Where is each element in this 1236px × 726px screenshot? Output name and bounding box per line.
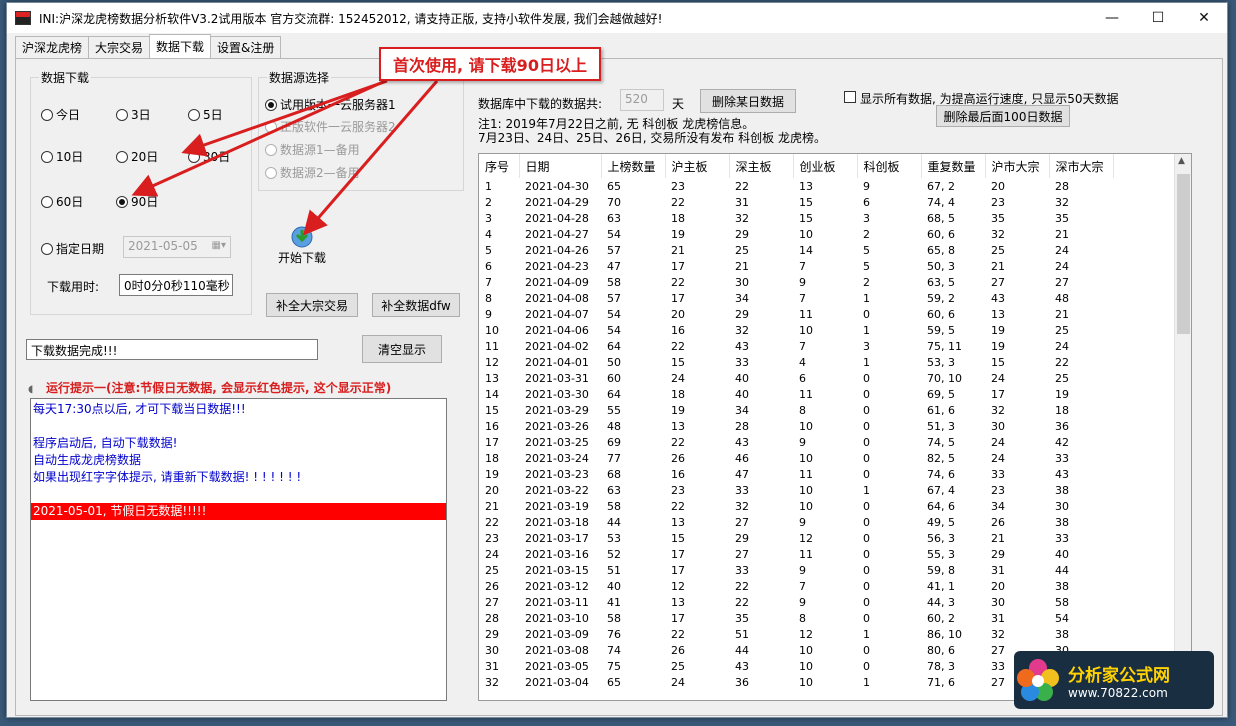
tab-data-download[interactable]: 数据下载	[149, 34, 212, 58]
annotation-arrows	[131, 79, 439, 236]
app-window: INI:沪深龙虎榜数据分析软件V3.2试用版本 官方交流群: 152452012…	[6, 2, 1228, 718]
callout-box: 首次使用, 请下载90日以上	[379, 47, 601, 81]
arrow-to-90day	[131, 79, 386, 197]
arrow-to-30day	[181, 79, 388, 157]
